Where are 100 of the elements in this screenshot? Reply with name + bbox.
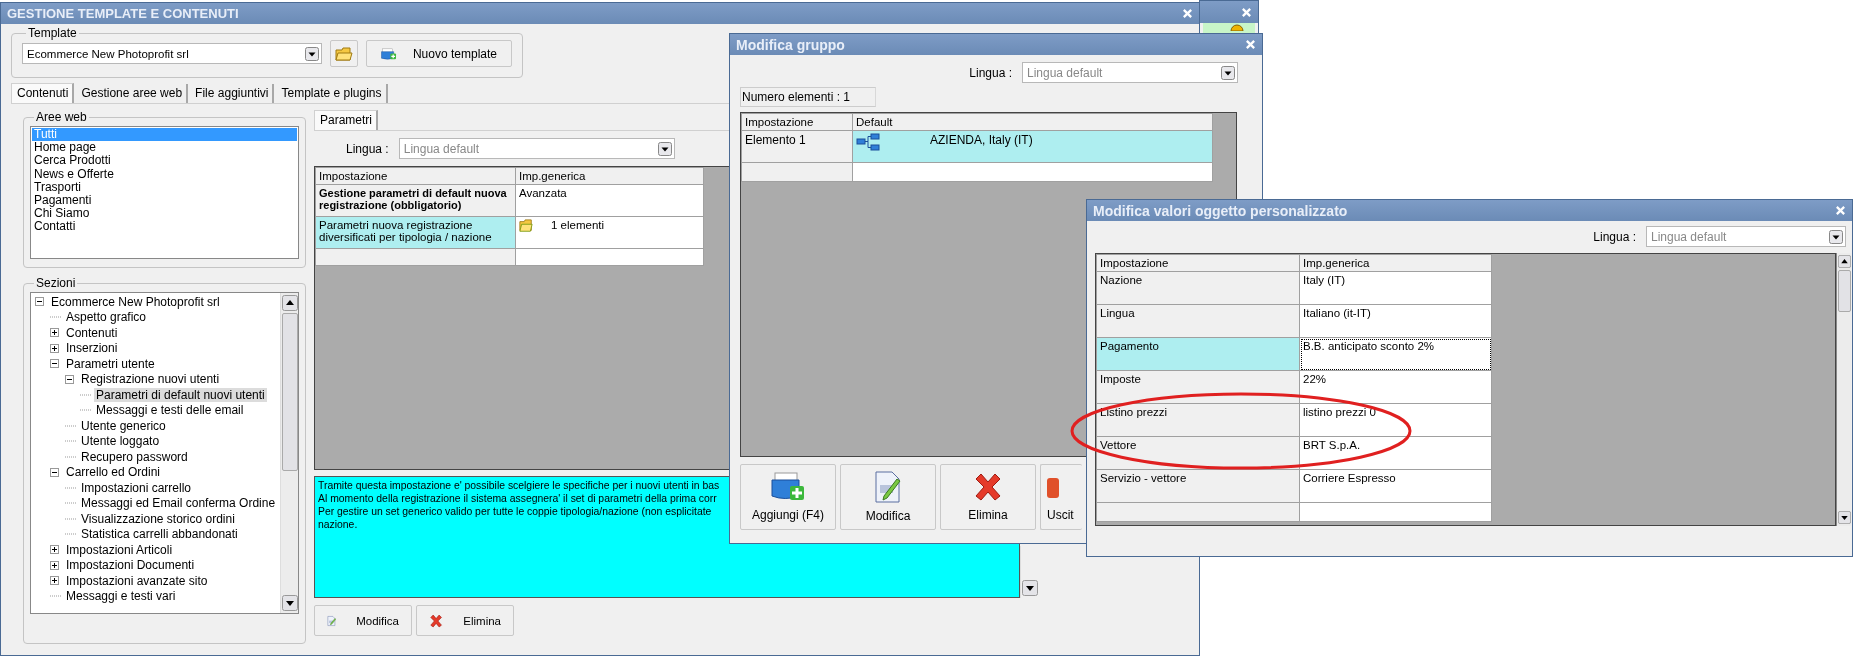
template-dropdown[interactable]: Ecommerce New Photoprofit srl <box>22 43 322 64</box>
expand-toggle[interactable] <box>50 467 59 477</box>
scroll-down-icon[interactable] <box>1021 580 1038 596</box>
close-icon[interactable] <box>1835 205 1846 216</box>
hierarchy-icon <box>856 133 880 151</box>
column-header: Impostazione <box>1096 254 1300 272</box>
column-header: Imp.generica <box>515 167 704 185</box>
tree-connector <box>80 409 92 412</box>
tab[interactable]: Parametri <box>314 110 378 130</box>
add-box-icon <box>771 472 805 502</box>
list-item[interactable]: Chi Siamo <box>32 207 297 221</box>
setting-cell[interactable]: Nazione <box>1096 271 1300 305</box>
expand-toggle[interactable] <box>50 576 59 586</box>
value-cell[interactable]: AZIENDA, Italy (IT) <box>852 130 1213 163</box>
action-button[interactable]: Elimina <box>940 464 1036 530</box>
expand-toggle[interactable] <box>50 545 59 555</box>
tree-item[interactable]: Aspetto grafico <box>64 310 149 325</box>
tree-item[interactable]: Messaggi e testi delle email <box>94 403 246 418</box>
tree-item[interactable]: Utente generico <box>79 418 168 433</box>
scroll-thumb[interactable] <box>281 313 298 471</box>
tree-item[interactable]: Statistica carrelli abbandonati <box>79 527 240 542</box>
tree-item[interactable]: Inserzioni <box>64 341 120 356</box>
scroll-up-icon[interactable] <box>1837 255 1851 268</box>
value-cell[interactable]: Avanzata <box>515 184 704 217</box>
scroll-down-icon[interactable] <box>1837 511 1851 524</box>
scroll-up-icon[interactable] <box>281 295 298 311</box>
value-cell[interactable]: Italiano (it-IT) <box>1299 304 1492 338</box>
close-icon[interactable] <box>1245 39 1256 50</box>
column-header: Impostazione <box>315 167 516 185</box>
language-dropdown[interactable]: Lingua default <box>398 138 675 159</box>
coin-icon <box>1230 23 1244 31</box>
scroll-thumb[interactable] <box>1837 270 1851 312</box>
setting-cell[interactable]: Listino prezzi <box>1096 403 1300 437</box>
close-icon[interactable] <box>1241 6 1252 18</box>
expand-toggle[interactable] <box>50 359 59 369</box>
window-title: Modifica gruppo <box>736 36 845 53</box>
expand-toggle[interactable] <box>50 328 59 338</box>
tree-item[interactable]: Parametri utente <box>64 356 157 371</box>
value-cell[interactable]: Corriere Espresso <box>1299 469 1492 503</box>
group-label: Sezioni <box>35 276 77 290</box>
setting-cell[interactable]: Lingua <box>1096 304 1300 338</box>
expand-toggle[interactable] <box>50 560 59 570</box>
list-item[interactable]: Contatti <box>32 220 297 234</box>
language-dropdown[interactable]: Lingua default <box>1022 62 1238 83</box>
group-label: Template <box>27 26 78 40</box>
tree-item[interactable]: Messaggi ed Email conferma Ordine <box>79 496 278 511</box>
open-folder-button[interactable] <box>330 40 358 67</box>
tree-item[interactable]: Visualizzazione storico ordini <box>79 511 237 526</box>
tree-connector <box>65 533 77 536</box>
list-item[interactable]: News e Offerte <box>32 167 297 181</box>
edit-document-icon <box>874 471 902 503</box>
list-item[interactable]: Pagamenti <box>32 194 297 208</box>
expand-toggle[interactable] <box>65 374 74 384</box>
new-template-button[interactable]: Nuovo template <box>366 40 512 67</box>
tree-item[interactable]: Utente loggato <box>79 434 162 449</box>
tree-item[interactable]: Recupero password <box>79 449 190 464</box>
description-line: Al momento della registrazione il sistema assegnera' il set di parametri della prima corr <box>318 492 717 505</box>
expand-toggle[interactable] <box>35 297 44 307</box>
tree-connector <box>65 455 77 458</box>
value-cell[interactable]: Italy (IT) <box>1299 271 1492 305</box>
value-cell[interactable]: 22% <box>1299 370 1492 404</box>
expand-toggle[interactable] <box>50 343 59 353</box>
folder-icon <box>519 219 533 233</box>
setting-cell[interactable]: Pagamento <box>1096 337 1300 371</box>
setting-cell[interactable]: Servizio - vettore <box>1096 469 1300 503</box>
action-button[interactable]: Modifica <box>840 464 936 530</box>
setting-cell[interactable]: Elemento 1 <box>741 130 853 163</box>
tree-item[interactable]: Impostazioni Articoli <box>64 542 175 557</box>
tree-connector <box>65 517 77 520</box>
tree-item[interactable]: Contenuti <box>64 325 120 340</box>
tab[interactable]: Contenuti <box>11 83 75 103</box>
scroll-down-icon[interactable] <box>281 595 298 611</box>
tree-connector <box>65 486 77 489</box>
column-header: Default <box>852 113 1213 131</box>
value-cell[interactable]: B.B. anticipato sconto 2% <box>1299 337 1492 371</box>
action-button[interactable]: Uscit <box>1040 464 1082 530</box>
tree-item[interactable]: Impostazioni Documenti <box>64 558 197 573</box>
description-line: Per gestire un set generico valido per tutte le coppie tipologia/nazione (non esplicitate <box>318 505 712 518</box>
scrollbar[interactable] <box>1836 253 1851 526</box>
list-item[interactable]: Trasporti <box>32 180 297 194</box>
tree-item[interactable]: Carrello ed Ordini <box>64 465 163 480</box>
action-button[interactable]: Modifica <box>314 605 412 636</box>
tree-item[interactable]: Impostazioni carrello <box>79 480 194 495</box>
tree-item[interactable]: Messaggi e testi vari <box>64 589 178 604</box>
list-item[interactable]: Cerca Prodotti <box>32 154 297 168</box>
action-button[interactable]: Aggiungi (F4) <box>740 464 836 530</box>
close-icon[interactable] <box>1182 8 1193 19</box>
tree-item[interactable]: Impostazioni avanzate sito <box>64 573 210 588</box>
setting-cell[interactable]: Parametri nuova registrazione diversificati per tipologia / nazione <box>315 216 516 249</box>
tree-item[interactable]: Registrazione nuovi utenti <box>79 372 222 387</box>
action-button[interactable]: Elimina <box>416 605 514 636</box>
tree-item[interactable]: Ecommerce New Photoprofit srl <box>49 294 222 309</box>
value-cell[interactable]: 1 elementi <box>515 216 704 249</box>
setting-cell[interactable]: Gestione parametri di default nuova registrazione (obbligatorio) <box>315 184 516 217</box>
list-item[interactable]: Home page <box>32 141 297 155</box>
tree-connector <box>65 424 77 427</box>
language-dropdown[interactable]: Lingua default <box>1646 226 1846 247</box>
description-line: nazione. <box>318 518 358 531</box>
tree-item[interactable]: Parametri di default nuovi utenti <box>94 387 267 402</box>
element-count: Numero elementi : 1 <box>740 87 876 107</box>
